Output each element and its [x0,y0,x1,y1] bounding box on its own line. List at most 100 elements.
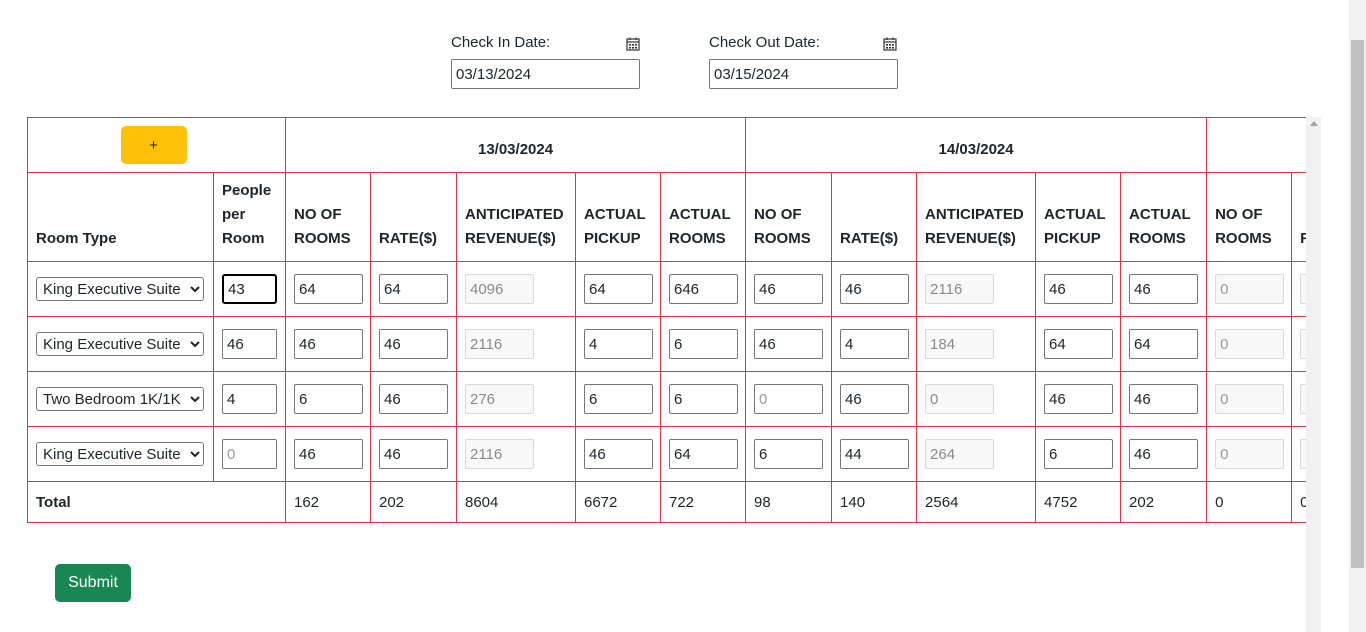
add-row-button[interactable]: + [120,126,187,164]
people-cell [213,261,286,317]
calendar-icon[interactable] [883,37,897,51]
total-value: 8604 [456,481,576,523]
table-row: King Executive Suite [27,316,1306,372]
rate-cell [1291,316,1306,372]
anticipated-revenue-cell [916,261,1037,317]
people-per-room-input[interactable] [222,274,277,304]
actual-pickup-input[interactable] [1044,439,1114,469]
check-in-input[interactable] [451,59,640,89]
check-in-group: Check In Date: [451,33,640,89]
no-of-rooms-input[interactable] [294,439,363,469]
check-out-input[interactable] [709,59,898,89]
people-per-room-input[interactable] [222,439,277,469]
actual-pickup-input[interactable] [584,384,653,414]
no-of-rooms-input[interactable] [754,384,824,414]
scroll-up-arrow-icon[interactable] [1310,121,1318,126]
people-per-room-input[interactable] [222,384,277,414]
anticipated-revenue-input [925,274,995,304]
rate-cell [831,371,918,427]
col-actual-rooms: ACTUAL ROOMS [659,172,747,262]
actual-rooms-cell [1120,371,1208,427]
actual-pickup-cell [1035,261,1122,317]
anticipated-revenue-cell [456,261,576,317]
no-of-rooms-input[interactable] [294,274,363,304]
room-table-scroll[interactable]: + 13/03/2024 14/03/2024 Room Type People… [27,117,1306,632]
actual-pickup-cell [1035,316,1122,372]
actual-pickup-cell [575,261,661,317]
actual-rooms-input[interactable] [669,274,738,304]
room-type-cell: King Executive Suite [27,426,214,482]
date-header-2: 14/03/2024 [745,117,1208,173]
rate-cell [831,316,918,372]
anticipated-revenue-cell [456,371,576,427]
actual-pickup-input[interactable] [1044,274,1114,304]
no-of-rooms-input[interactable] [754,329,824,359]
actual-pickup-cell [575,371,661,427]
room-type-select[interactable]: King Executive Suite [36,442,204,466]
actual-rooms-cell [659,371,747,427]
people-per-room-input[interactable] [222,329,277,359]
actual-pickup-cell [1035,426,1122,482]
actual-rooms-input[interactable] [669,329,738,359]
no-of-rooms-cell [1206,426,1293,482]
col-rate: RATE($) [370,172,457,262]
calendar-icon[interactable] [626,37,640,51]
rate-cell [370,426,457,482]
table-row: Two Bedroom 1K/1K [27,371,1306,427]
actual-rooms-input[interactable] [1129,274,1199,304]
actual-rooms-input[interactable] [1129,329,1199,359]
rate-input[interactable] [379,384,448,414]
rate-input[interactable] [840,384,910,414]
no-of-rooms-cell [285,261,371,317]
actual-rooms-input[interactable] [669,384,738,414]
anticipated-revenue-input [465,439,534,469]
no-of-rooms-cell [745,316,833,372]
actual-pickup-input[interactable] [584,274,653,304]
table-scrollbar[interactable] [1306,117,1321,632]
actual-rooms-input[interactable] [1129,439,1199,469]
no-of-rooms-input[interactable] [294,329,363,359]
rate-input[interactable] [379,439,448,469]
no-of-rooms-input[interactable] [294,384,363,414]
total-value: 722 [659,481,747,523]
rate-input[interactable] [840,439,910,469]
rate-input[interactable] [840,329,910,359]
anticipated-revenue-input [925,439,995,469]
date-header-3 [1206,117,1306,173]
people-cell [213,316,286,372]
room-table: + 13/03/2024 14/03/2024 Room Type People… [27,117,1306,523]
rate-cell [370,261,457,317]
rate-input[interactable] [379,329,448,359]
no-of-rooms-input [1215,439,1285,469]
rate-input[interactable] [840,274,910,304]
people-cell [213,371,286,427]
room-type-select[interactable]: King Executive Suite [36,277,204,301]
room-type-cell: Two Bedroom 1K/1K [27,371,214,427]
no-of-rooms-input [1215,384,1285,414]
actual-pickup-input[interactable] [584,439,653,469]
rate-input[interactable] [379,274,448,304]
total-value: 0 [1206,481,1293,523]
actual-pickup-input[interactable] [1044,384,1114,414]
room-type-select[interactable]: Two Bedroom 1K/1K [36,387,204,411]
submit-button[interactable]: Submit [55,564,131,602]
col-no-of-rooms: NO OF ROOMS [285,172,371,262]
no-of-rooms-input[interactable] [754,439,824,469]
actual-pickup-cell [1035,371,1122,427]
actual-rooms-cell [1120,316,1208,372]
page-scrollbar-thumb[interactable] [1351,40,1364,568]
page-scrollbar[interactable] [1349,0,1366,632]
actual-pickup-input[interactable] [1044,329,1114,359]
rate-cell [1291,426,1306,482]
actual-pickup-input[interactable] [584,329,653,359]
no-of-rooms-cell [285,371,371,427]
no-of-rooms-cell [1206,316,1293,372]
total-value: 202 [1120,481,1208,523]
actual-rooms-input[interactable] [1129,384,1199,414]
actual-rooms-cell [659,261,747,317]
no-of-rooms-input[interactable] [754,274,824,304]
total-value: 0 [1291,481,1306,523]
room-type-select[interactable]: King Executive Suite [36,332,204,356]
anticipated-revenue-input [465,384,534,414]
actual-rooms-input[interactable] [669,439,738,469]
